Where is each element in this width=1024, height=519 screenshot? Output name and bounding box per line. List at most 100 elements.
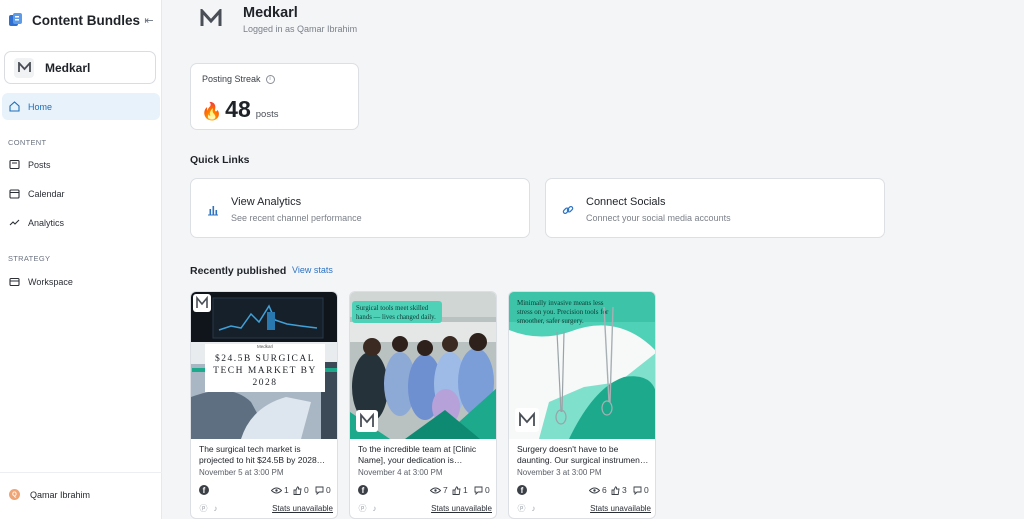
sidebar-item-home[interactable]: Home (2, 93, 160, 120)
eye-icon (271, 487, 282, 493)
account-name: Medkarl (45, 60, 91, 75)
home-icon (8, 101, 20, 113)
stats-unavailable-link[interactable]: Stats unavailable (272, 504, 333, 513)
quick-link-title: Connect Socials (586, 196, 666, 208)
tiktok-icon: ♪ (372, 504, 377, 513)
avatar: Q (9, 489, 20, 500)
connect-socials-card[interactable]: Connect Socials Connect your social medi… (545, 178, 885, 238)
collapse-sidebar-icon[interactable]: ⇤ (142, 14, 156, 28)
post-image: Minimally invasive means less stress on … (509, 292, 655, 439)
pinterest-icon: ⓟ (199, 504, 208, 513)
thumbs-up-icon (293, 485, 302, 495)
quick-link-title: View Analytics (231, 196, 302, 208)
thumbs-up-icon (611, 485, 620, 495)
comments-stat: 0 (633, 485, 649, 495)
comment-icon (315, 486, 324, 495)
view-analytics-card[interactable]: View Analytics See recent channel perfor… (190, 178, 530, 238)
info-icon[interactable]: i (265, 74, 275, 84)
workspace-logo-icon (197, 2, 224, 34)
bar-chart-icon (207, 203, 219, 216)
brand-logo-icon (8, 12, 23, 28)
fire-icon: 🔥 (201, 102, 223, 121)
eye-icon (430, 487, 441, 493)
post-stats: f 7 1 0 (358, 485, 492, 497)
sidebar-item-label: Calendar (28, 188, 65, 199)
facebook-icon: f (517, 485, 527, 495)
sidebar-item-label: Analytics (28, 217, 65, 228)
post-image: $24.5B SURGICAL TECH MARKET BY 2028 Medk… (191, 292, 337, 439)
post-stats: f 6 3 0 (517, 485, 651, 497)
sidebar-item-label: Workspace (28, 276, 73, 287)
post-card[interactable]: Minimally invasive means less stress on … (508, 291, 656, 519)
account-switcher[interactable]: Medkarl (4, 51, 156, 84)
post-image: Surgical tools meet skilled hands — live… (350, 292, 496, 439)
comment-icon (633, 486, 642, 495)
views-stat: 7 (430, 485, 448, 495)
eye-icon (589, 487, 600, 493)
sidebar-item-workspace[interactable]: Workspace (2, 268, 160, 295)
quick-link-subtitle: Connect your social media accounts (586, 213, 731, 223)
likes-stat: 3 (611, 485, 627, 495)
sidebar: Content Bundles ⇤ Medkarl Home CONTENT P… (0, 0, 162, 519)
pinterest-icon: ⓟ (358, 504, 367, 513)
brand: Content Bundles ⇤ (8, 12, 158, 28)
image-headline: Minimally invasive means less (517, 299, 604, 307)
streak-value: 48 (225, 96, 251, 122)
post-date: November 3 at 3:00 PM (517, 468, 602, 477)
user-menu[interactable]: Q Qamar Ibrahim (9, 489, 90, 500)
post-caption: Surgery doesn't have to be daunting. Our… (517, 444, 649, 465)
streak-unit: posts (255, 109, 279, 120)
nav-section-content: CONTENT (8, 138, 47, 147)
facebook-icon: f (358, 485, 368, 495)
link-icon (562, 203, 574, 215)
sidebar-footer: Q Qamar Ibrahim (0, 472, 162, 519)
sidebar-item-label: Home (28, 101, 53, 112)
likes-stat: 1 (452, 485, 468, 495)
workspace-icon (8, 276, 20, 288)
views-stat: 6 (589, 485, 607, 495)
account-logo-icon (14, 57, 34, 78)
nav-section-strategy: STRATEGY (8, 254, 51, 263)
logged-in-text: Logged in as Qamar Ibrahim (243, 24, 358, 34)
image-headline: $24.5B SURGICAL (215, 353, 315, 364)
image-headline: smoother, safer surgery. (517, 317, 584, 325)
recently-published-title: Recently published (190, 265, 287, 277)
image-headline: TECH MARKET BY (213, 366, 317, 376)
comments-stat: 0 (315, 485, 331, 495)
view-stats-link[interactable]: View stats (292, 265, 333, 275)
comments-stat: 0 (474, 485, 490, 495)
posts-icon (8, 159, 20, 171)
tiktok-icon: ♪ (531, 504, 536, 513)
post-card[interactable]: Surgical tools meet skilled hands — live… (349, 291, 497, 519)
pinterest-icon: ⓟ (517, 504, 526, 513)
sidebar-item-label: Posts (28, 159, 51, 170)
post-date: November 4 at 3:00 PM (358, 468, 443, 477)
post-card[interactable]: $24.5B SURGICAL TECH MARKET BY 2028 Medk… (190, 291, 338, 519)
streak-label: Posting Streak (202, 74, 261, 84)
sidebar-item-calendar[interactable]: Calendar (2, 180, 160, 207)
user-name: Qamar Ibrahim (30, 489, 91, 500)
image-headline: Surgical tools meet skilled (356, 305, 429, 312)
post-caption: To the incredible team at [Clinic Name],… (358, 444, 477, 465)
tiktok-icon: ♪ (213, 504, 218, 513)
posting-streak-card: Posting Streak i 🔥 48 posts (190, 63, 359, 130)
stats-unavailable-link[interactable]: Stats unavailable (431, 504, 492, 513)
stats-unavailable-link[interactable]: Stats unavailable (590, 504, 651, 513)
quick-link-subtitle: See recent channel performance (231, 213, 362, 223)
trend-icon (8, 217, 20, 229)
views-stat: 1 (271, 485, 289, 495)
image-headline: stress on you. Precision tools for (517, 308, 609, 316)
post-caption: The surgical tech market is projected to… (199, 444, 326, 465)
comment-icon (474, 486, 483, 495)
sidebar-item-analytics[interactable]: Analytics (2, 209, 160, 236)
sidebar-item-posts[interactable]: Posts (2, 151, 160, 178)
workspace-name: Medkarl (243, 5, 298, 21)
main-content: Medkarl Logged in as Qamar Ibrahim Posti… (163, 0, 1024, 519)
image-headline: 2028 (253, 378, 278, 388)
post-date: November 5 at 3:00 PM (199, 468, 284, 477)
likes-stat: 0 (293, 485, 309, 495)
quick-links-title: Quick Links (190, 154, 250, 166)
image-brand: Medkarl (257, 344, 273, 349)
facebook-icon: f (199, 485, 209, 495)
post-stats: f 1 0 0 (199, 485, 333, 497)
